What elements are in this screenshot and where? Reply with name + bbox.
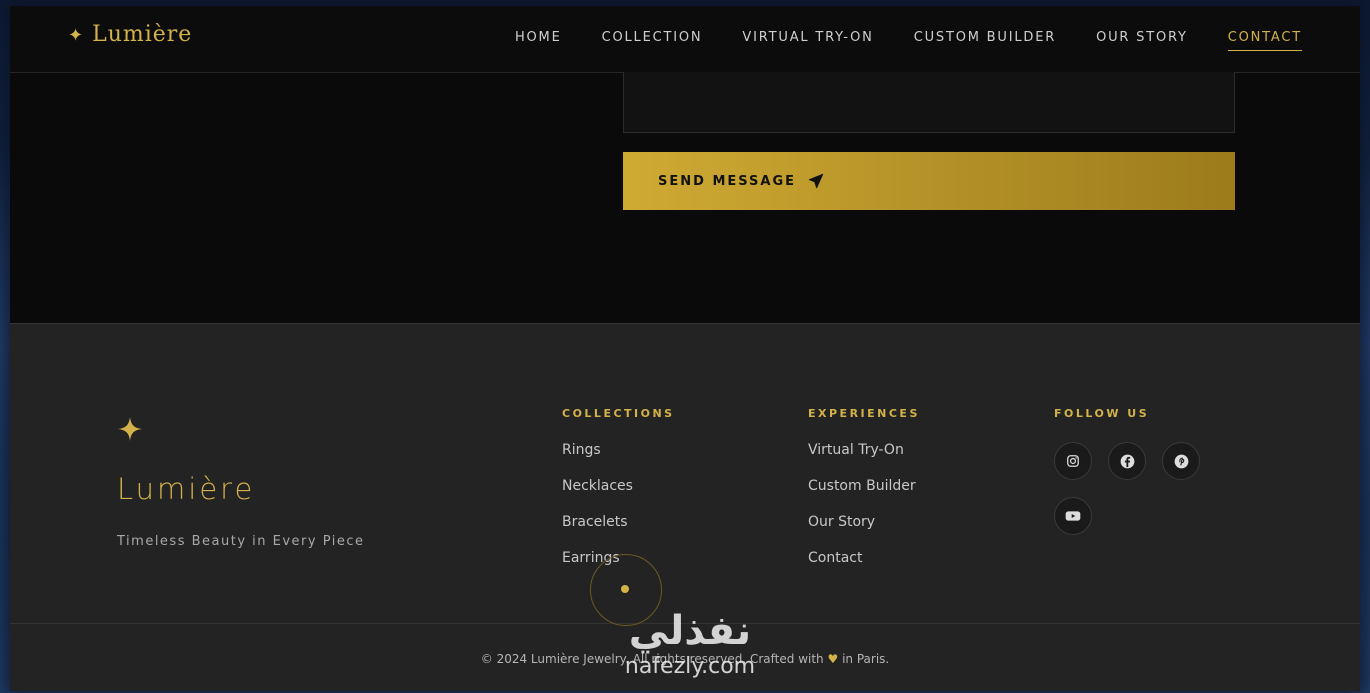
footer-brand: Lumière [117, 472, 256, 506]
nav-contact[interactable]: CONTACT [1227, 30, 1302, 51]
pinterest-button[interactable] [1162, 442, 1200, 480]
paper-plane-icon [808, 173, 824, 189]
nav-custom-builder[interactable]: CUSTOM BUILDER [914, 30, 1056, 51]
footer-link-necklaces[interactable]: Necklaces [562, 478, 675, 497]
facebook-button[interactable] [1108, 442, 1146, 480]
footer-link-rings[interactable]: Rings [562, 442, 675, 461]
footer-follow: FOLLOW US [1054, 407, 1234, 552]
watermark: نفذلي nafezly.com [600, 608, 780, 680]
facebook-icon [1120, 454, 1134, 468]
site-logo[interactable]: ✦ Lumière [68, 22, 192, 47]
logo-text: Lumière [92, 22, 193, 47]
custom-cursor-dot [621, 585, 629, 593]
nav-our-story[interactable]: OUR STORY [1096, 30, 1188, 51]
browser-viewport: ✦ Lumière HOME COLLECTION VIRTUAL TRY-ON … [10, 6, 1360, 691]
instagram-button[interactable] [1054, 442, 1092, 480]
nav-home[interactable]: HOME [515, 30, 562, 51]
footer-link-contact[interactable]: Contact [808, 550, 920, 569]
site-header: ✦ Lumière HOME COLLECTION VIRTUAL TRY-ON … [10, 6, 1360, 73]
social-links [1054, 442, 1234, 552]
nav-virtual-try-on[interactable]: VIRTUAL TRY-ON [742, 30, 873, 51]
sparkle-icon: ✦ [68, 25, 85, 46]
youtube-button[interactable] [1054, 497, 1092, 535]
send-message-label: SEND MESSAGE [658, 173, 797, 189]
footer-link-virtual-try-on[interactable]: Virtual Try-On [808, 442, 920, 461]
pinterest-icon [1174, 454, 1188, 468]
send-message-button[interactable]: SEND MESSAGE [623, 152, 1235, 210]
instagram-icon [1067, 455, 1079, 467]
footer-link-bracelets[interactable]: Bracelets [562, 514, 675, 533]
footer-link-our-story[interactable]: Our Story [808, 514, 920, 533]
nav-collection[interactable]: COLLECTION [602, 30, 703, 51]
watermark-latin: nafezly.com [624, 654, 756, 679]
footer-experiences: EXPERIENCES Virtual Try-On Custom Builde… [808, 407, 920, 586]
follow-heading: FOLLOW US [1054, 407, 1150, 420]
experiences-heading: EXPERIENCES [808, 407, 920, 420]
youtube-icon [1065, 511, 1081, 521]
collections-heading: COLLECTIONS [562, 407, 675, 420]
heart-icon: ♥ [827, 652, 839, 666]
footer-link-custom-builder[interactable]: Custom Builder [808, 478, 920, 497]
main-nav: HOME COLLECTION VIRTUAL TRY-ON CUSTOM BU… [475, 30, 1302, 51]
message-textarea[interactable] [623, 72, 1235, 133]
sparkle-icon [118, 417, 142, 441]
copyright-location: in Paris. [842, 652, 890, 666]
watermark-arabic: نفذلي [628, 608, 752, 654]
footer-tagline: Timeless Beauty in Every Piece [117, 534, 365, 549]
